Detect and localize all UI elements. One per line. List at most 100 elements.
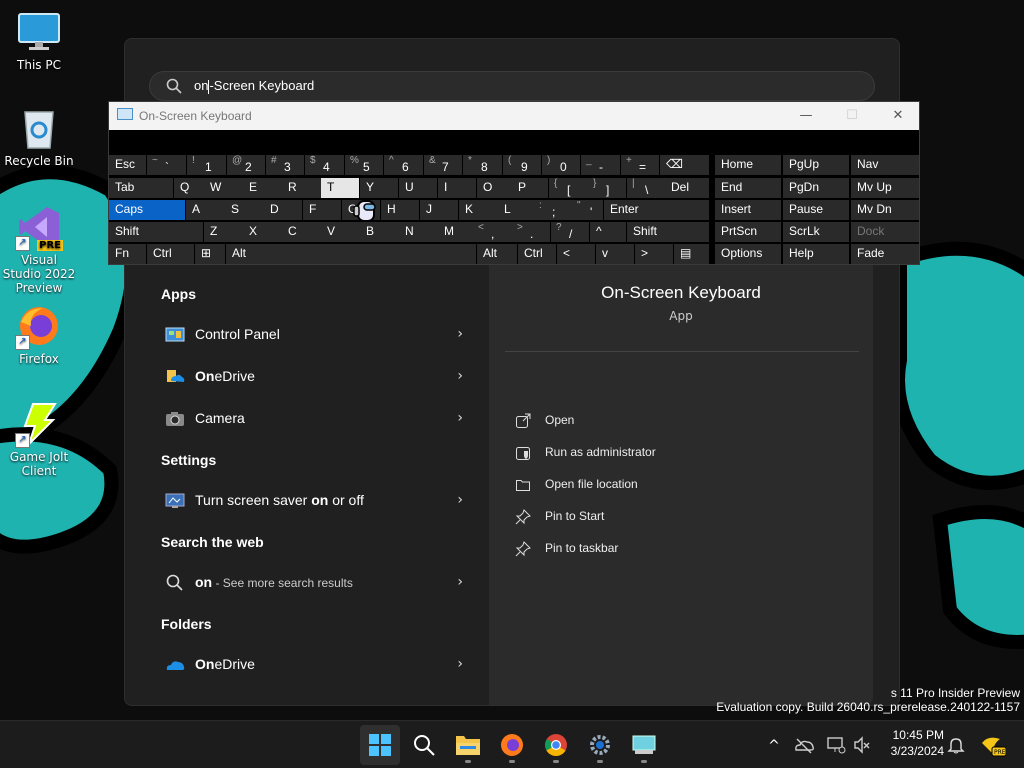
key-v[interactable]: v	[596, 244, 634, 264]
key-1[interactable]: ! 1	[187, 155, 226, 175]
key-sym3-11[interactable]: ^	[590, 222, 626, 242]
action-open[interactable]: Open	[515, 409, 815, 433]
key-caps[interactable]: Caps	[109, 200, 185, 220]
key-k[interactable]: K	[459, 200, 498, 220]
volume-muted-icon[interactable]	[852, 735, 872, 755]
key-sym0-1[interactable]: ~ `	[147, 155, 186, 175]
key-3[interactable]: #3	[266, 155, 304, 175]
key-n[interactable]: N	[399, 222, 438, 242]
key-sym1-11[interactable]: {[	[549, 178, 588, 198]
key-sym3-8[interactable]: <,	[473, 222, 512, 242]
key-m[interactable]: M	[438, 222, 477, 242]
key-s[interactable]: S	[225, 200, 264, 220]
desktop-icon-firefox[interactable]: ↗ Firefox	[1, 304, 77, 366]
key-v[interactable]: V	[321, 222, 360, 242]
key-z[interactable]: Z	[204, 222, 243, 242]
key-j[interactable]: J	[420, 200, 458, 220]
result-control-panel[interactable]: Control Panel ›	[149, 315, 479, 355]
key-ctrl[interactable]: Ctrl	[147, 244, 194, 264]
key-p[interactable]: P	[512, 178, 548, 198]
key-e[interactable]: E	[243, 178, 282, 198]
minimize-button[interactable]: —	[783, 102, 829, 130]
key-sym3-9[interactable]: >.	[512, 222, 550, 242]
taskbar-settings[interactable]	[580, 725, 620, 765]
key-ctrl[interactable]: Ctrl	[518, 244, 556, 264]
key-b[interactable]: B	[360, 222, 399, 242]
key-sym4-10[interactable]: ▤	[674, 244, 709, 264]
result-onedrive-app[interactable]: OneDrive ›	[149, 357, 479, 397]
key-fn[interactable]: Fn	[109, 244, 146, 264]
key-mv-up[interactable]: Mv Up	[851, 178, 919, 198]
key-sym2-11[interactable]: " '	[572, 200, 603, 220]
key-alt[interactable]: Alt	[477, 244, 517, 264]
key-prtscn[interactable]: PrtScn	[715, 222, 781, 242]
key-0[interactable]: ) 0	[542, 155, 580, 175]
taskbar-on-screen-keyboard[interactable]	[624, 725, 664, 765]
key-pgup[interactable]: PgUp	[783, 155, 849, 175]
key-esc[interactable]: Esc	[109, 155, 146, 175]
key-d[interactable]: D	[264, 200, 302, 220]
key-nav[interactable]: Nav	[851, 155, 919, 175]
key-w[interactable]: W	[204, 178, 243, 198]
desktop-icon-this-pc[interactable]: This PC	[1, 10, 77, 72]
key-sym2-10[interactable]: :;	[534, 200, 572, 220]
taskbar-file-explorer[interactable]	[448, 725, 488, 765]
key-a[interactable]: A	[186, 200, 225, 220]
key-c[interactable]: C	[282, 222, 321, 242]
key-mv-dn[interactable]: Mv Dn	[851, 200, 919, 220]
result-screen-saver-setting[interactable]: Turn screen saver on or off ›	[149, 481, 479, 521]
key-i[interactable]: I	[438, 178, 476, 198]
key-scrlk[interactable]: ScrLk	[783, 222, 849, 242]
maximize-button[interactable]: ☐	[829, 102, 875, 130]
key-sym4-9[interactable]: >	[635, 244, 673, 264]
taskbar-search-button[interactable]	[404, 725, 444, 765]
onedrive-status-icon[interactable]	[794, 735, 814, 755]
key-5[interactable]: % 5	[345, 155, 383, 175]
key-shift[interactable]: Shift	[109, 222, 203, 242]
result-onedrive-folder[interactable]: OneDrive ›	[149, 645, 479, 685]
insider-preview-icon[interactable]: PRE	[980, 735, 1007, 757]
key-del[interactable]: Del	[665, 178, 709, 198]
desktop-icon-game-jolt[interactable]: ↗ Game Jolt Client	[1, 402, 77, 478]
key-9[interactable]: (9	[503, 155, 541, 175]
key-4[interactable]: $4	[305, 155, 344, 175]
key-insert[interactable]: Insert	[715, 200, 781, 220]
key-sym3-10[interactable]: ? /	[551, 222, 589, 242]
key-sym1-13[interactable]: | \	[627, 178, 665, 198]
key-enter[interactable]: Enter	[604, 200, 709, 220]
taskbar-firefox[interactable]	[492, 725, 532, 765]
key-end[interactable]: End	[715, 178, 781, 198]
key-sym4-2[interactable]: ⊞	[195, 244, 225, 264]
key-space[interactable]	[260, 244, 476, 264]
key-sym0-12[interactable]: _ -	[581, 155, 620, 175]
result-camera[interactable]: Camera ›	[149, 399, 479, 439]
key-h[interactable]: H	[381, 200, 419, 220]
search-input[interactable]: on-Screen Keyboard	[149, 71, 875, 101]
close-button[interactable]: ✕	[875, 102, 921, 130]
key-tab[interactable]: Tab	[109, 178, 173, 198]
key-7[interactable]: & 7	[424, 155, 462, 175]
notifications-bell-icon[interactable]	[946, 735, 966, 755]
key-home[interactable]: Home	[715, 155, 781, 175]
key-sym4-7[interactable]: <	[557, 244, 595, 264]
osk-titlebar[interactable]: On-Screen Keyboard — ☐ ✕	[109, 102, 919, 130]
key-fade[interactable]: Fade	[851, 244, 919, 264]
start-button[interactable]	[360, 725, 400, 765]
result-web-search[interactable]: on - See more search results ›	[149, 563, 479, 603]
key-help[interactable]: Help	[783, 244, 849, 264]
action-pin-to-start[interactable]: Pin to Start	[515, 505, 815, 529]
action-open-file-location[interactable]: Open file location	[515, 473, 815, 497]
desktop-icon-recycle-bin[interactable]: Recycle Bin	[1, 106, 77, 168]
key-r[interactable]: R	[282, 178, 321, 198]
show-hidden-icons-button[interactable]: ^	[764, 735, 784, 755]
taskbar-chrome[interactable]	[536, 725, 576, 765]
action-run-as-admin[interactable]: Run as administrator	[515, 441, 815, 465]
key-8[interactable]: * 8	[463, 155, 502, 175]
key-dock[interactable]: Dock	[851, 222, 919, 242]
key-sym0-14[interactable]: ⌫	[660, 155, 709, 175]
key-shift[interactable]: Shift	[627, 222, 709, 242]
key-sym0-13[interactable]: + =	[621, 155, 659, 175]
key-x[interactable]: X	[243, 222, 282, 242]
clock[interactable]: 10:45 PM 3/23/2024	[880, 727, 944, 759]
key-6[interactable]: ^ 6	[384, 155, 423, 175]
